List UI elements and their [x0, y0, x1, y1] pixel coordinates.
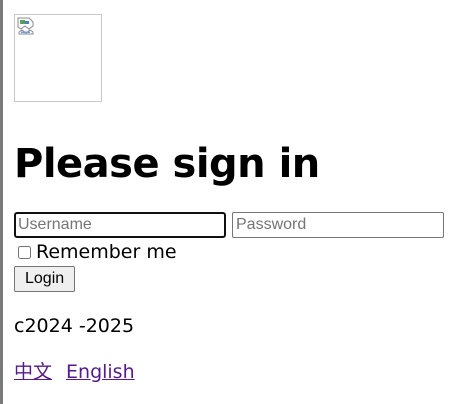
login-page: Please sign in Remember me Login c2024 -…: [14, 14, 464, 384]
language-links: 中文 English: [14, 360, 464, 384]
language-link-chinese[interactable]: 中文: [14, 361, 52, 383]
copyright-text: c2024 -2025: [14, 315, 135, 337]
window-left-border: [0, 0, 3, 404]
remember-me-label[interactable]: Remember me: [36, 241, 177, 263]
credentials-row: [14, 212, 464, 238]
logo-image: [14, 14, 102, 102]
language-link-english[interactable]: English: [66, 361, 135, 383]
remember-me-checkbox[interactable]: [18, 245, 31, 259]
password-input[interactable]: [232, 212, 444, 238]
username-input[interactable]: [14, 212, 226, 238]
page-title: Please sign in: [14, 141, 320, 187]
login-button[interactable]: Login: [14, 266, 76, 292]
remember-me-row: Remember me: [14, 241, 464, 263]
broken-image-icon: [17, 17, 34, 35]
